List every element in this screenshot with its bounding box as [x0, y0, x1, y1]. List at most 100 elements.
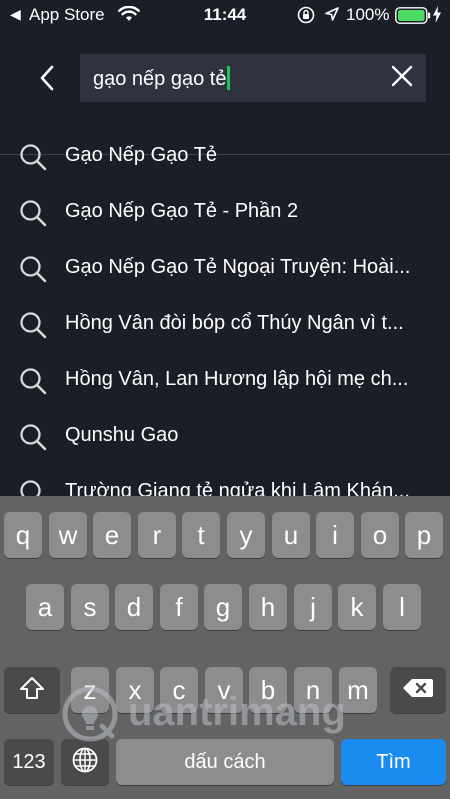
key-o[interactable]: o — [361, 512, 399, 558]
suggestion-item[interactable]: Hồng Vân đòi bóp cổ Thúy Ngân vì t... — [0, 296, 450, 352]
search-header: gạo nếp gạo tẻ — [0, 30, 450, 155]
numbers-key[interactable]: 123 — [4, 739, 54, 785]
charging-icon — [432, 6, 442, 28]
search-icon — [18, 142, 48, 172]
key-u[interactable]: u — [272, 512, 310, 558]
search-return-key[interactable]: Tìm — [341, 739, 446, 785]
key-w[interactable]: w — [49, 512, 87, 558]
status-bar: ◀ App Store 11:44 100% — [0, 0, 450, 30]
key-c-label: c — [172, 675, 186, 705]
key-y[interactable]: y — [227, 512, 265, 558]
text-caret — [227, 66, 231, 90]
key-v-label: v — [217, 675, 231, 705]
key-x-label: x — [128, 675, 142, 705]
search-icon — [18, 198, 48, 228]
keyboard: q w e r t y u i o p a s d f g h j k l z x c v b n m 123 dấu cách Tìm — [0, 496, 450, 799]
suggestion-item[interactable]: Gạo Nếp Gạo Tẻ Ngoại Truyện: Hoài... — [0, 240, 450, 296]
suggestion-item[interactable]: Gạo Nếp Gạo Tẻ — [0, 128, 450, 184]
suggestion-label: Gạo Nếp Gạo Tẻ - Phần 2 — [65, 200, 299, 222]
key-n[interactable]: n — [294, 667, 332, 713]
key-l-label: l — [399, 592, 405, 622]
key-s[interactable]: s — [71, 584, 109, 630]
suggestion-label: Hồng Vân, Lan Hương lập hội mẹ ch... — [65, 368, 409, 390]
suggestion-list: Gạo Nếp Gạo Tẻ Gạo Nếp Gạo Tẻ - Phần 2 Gạo… — [0, 128, 450, 496]
key-n-label: n — [305, 675, 321, 705]
suggestion-label: Gạo Nếp Gạo Tẻ — [65, 144, 217, 166]
key-z-label: z — [83, 675, 97, 705]
suggestion-label: Gạo Nếp Gạo Tẻ Ngoại Truyện: Hoài... — [65, 256, 411, 278]
globe-icon — [71, 746, 99, 778]
search-return-key-label: Tìm — [376, 751, 411, 773]
orientation-lock-icon — [297, 6, 315, 29]
key-g-label: g — [215, 592, 231, 622]
key-e[interactable]: e — [93, 512, 131, 558]
space-key[interactable]: dấu cách — [116, 739, 334, 785]
suggestion-label: Trường Giang tẻ ngửa khi Lâm Khán... — [65, 480, 410, 496]
key-i[interactable]: i — [316, 512, 354, 558]
key-b[interactable]: b — [249, 667, 287, 713]
back-chevron-icon — [39, 65, 55, 96]
shift-key[interactable] — [4, 667, 60, 713]
key-t-label: t — [197, 520, 205, 550]
search-input[interactable]: gạo nếp gạo tẻ — [80, 54, 426, 102]
globe-key[interactable] — [61, 739, 109, 785]
key-l[interactable]: l — [383, 584, 421, 630]
space-key-label: dấu cách — [184, 751, 266, 773]
key-m[interactable]: m — [339, 667, 377, 713]
key-t[interactable]: t — [182, 512, 220, 558]
key-k-label: k — [350, 592, 364, 622]
key-q-label: q — [15, 520, 31, 550]
suggestion-item[interactable]: Qunshu Gao — [0, 408, 450, 464]
backspace-icon — [402, 677, 434, 703]
search-icon — [18, 366, 48, 396]
battery-percent: 100% — [346, 5, 390, 24]
key-c[interactable]: c — [160, 667, 198, 713]
key-a-label: a — [37, 592, 53, 622]
suggestion-item[interactable]: Hồng Vân, Lan Hương lập hội mẹ ch... — [0, 352, 450, 408]
key-r[interactable]: r — [138, 512, 176, 558]
key-z[interactable]: z — [71, 667, 109, 713]
back-button[interactable] — [30, 58, 64, 102]
key-h[interactable]: h — [249, 584, 287, 630]
battery-icon — [395, 7, 431, 29]
key-m-label: m — [347, 675, 369, 705]
key-v[interactable]: v — [205, 667, 243, 713]
key-y-label: y — [239, 520, 253, 550]
key-i-label: i — [332, 520, 338, 550]
key-p-label: p — [416, 520, 432, 550]
screen: ◀ App Store 11:44 100% gạo nếp gạo tẻ Gạ… — [0, 0, 450, 799]
key-j[interactable]: j — [294, 584, 332, 630]
key-b-label: b — [260, 675, 276, 705]
key-u-label: u — [283, 520, 299, 550]
key-a[interactable]: a — [26, 584, 64, 630]
key-r-label: r — [152, 520, 162, 550]
shift-icon — [19, 676, 45, 704]
key-d[interactable]: d — [115, 584, 153, 630]
key-o-label: o — [372, 520, 388, 550]
key-f[interactable]: f — [160, 584, 198, 630]
key-q[interactable]: q — [4, 512, 42, 558]
search-icon — [18, 254, 48, 284]
search-query-text: gạo nếp gạo tẻ — [93, 68, 227, 90]
key-p[interactable]: p — [405, 512, 443, 558]
numbers-key-label: 123 — [12, 751, 46, 773]
clear-search-button[interactable] — [384, 60, 420, 96]
location-icon — [324, 6, 340, 27]
key-h-label: h — [260, 592, 276, 622]
suggestion-item[interactable]: Trường Giang tẻ ngửa khi Lâm Khán... — [0, 464, 450, 496]
backspace-key[interactable] — [390, 667, 446, 713]
key-j-label: j — [310, 592, 316, 622]
suggestion-item[interactable]: Gạo Nếp Gạo Tẻ - Phần 2 — [0, 184, 450, 240]
key-k[interactable]: k — [338, 584, 376, 630]
search-icon — [18, 422, 48, 452]
search-icon — [18, 310, 48, 340]
key-g[interactable]: g — [204, 584, 242, 630]
key-s-label: s — [83, 592, 97, 622]
search-icon — [18, 478, 48, 496]
suggestion-label: Hồng Vân đòi bóp cổ Thúy Ngân vì t... — [65, 312, 404, 334]
clear-x-icon — [391, 65, 413, 92]
key-x[interactable]: x — [116, 667, 154, 713]
key-w-label: w — [58, 520, 78, 550]
key-e-label: e — [104, 520, 120, 550]
key-f-label: f — [175, 592, 183, 622]
